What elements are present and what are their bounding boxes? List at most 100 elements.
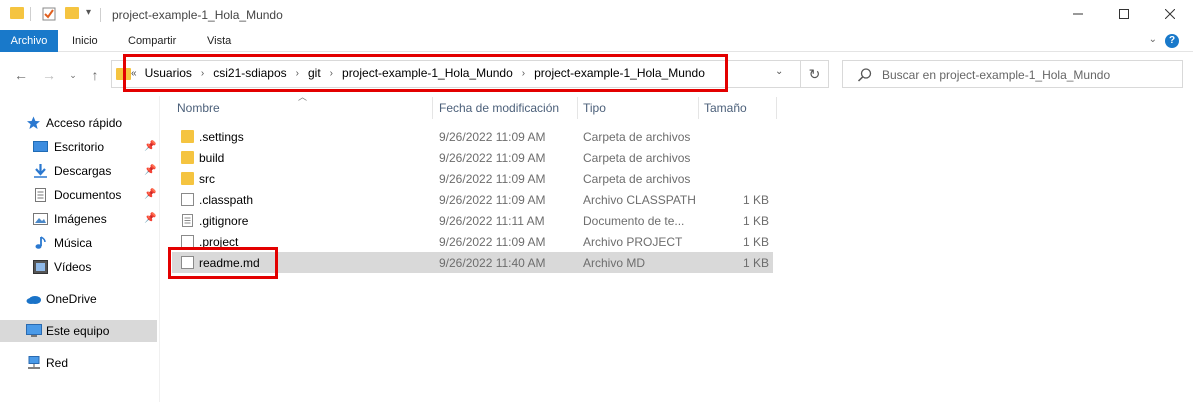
sidebar-item-label: Acceso rápido (46, 116, 123, 130)
sidebar-item-label: Red (46, 356, 69, 370)
file-row[interactable]: .classpath 9/26/2022 11:09 AM Archivo CL… (172, 189, 773, 210)
file-type: Archivo PROJECT (583, 235, 683, 249)
title-separator (100, 8, 101, 22)
folder-icon (181, 151, 194, 164)
help-icon[interactable]: ? (1165, 34, 1179, 48)
sidebar-item-label: Música (54, 236, 93, 250)
sidebar-item-documentos[interactable]: Documentos 📌 (0, 184, 157, 206)
pin-icon[interactable]: 📌 (144, 213, 156, 224)
file-row[interactable]: build 9/26/2022 11:09 AM Carpeta de arch… (172, 147, 773, 168)
pictures-icon (33, 212, 48, 226)
tab-vista[interactable]: Vista (207, 30, 231, 52)
tab-archivo[interactable]: Archivo (0, 30, 58, 52)
file-date: 9/26/2022 11:09 AM (439, 235, 546, 249)
file-date: 9/26/2022 11:09 AM (439, 193, 546, 207)
sidebar-item-musica[interactable]: Música (0, 232, 157, 254)
folder-icon (181, 172, 194, 185)
sidebar-item-network[interactable]: Red (0, 352, 157, 374)
folder-icon (10, 7, 24, 19)
search-icon (857, 67, 873, 83)
sidebar-item-imagenes[interactable]: Imágenes 📌 (0, 208, 157, 230)
file-date: 9/26/2022 11:40 AM (439, 256, 546, 270)
file-type: Carpeta de archivos (583, 151, 691, 165)
file-type: Archivo MD (583, 256, 646, 270)
new-folder-icon[interactable] (65, 7, 79, 19)
tab-inicio[interactable]: Inicio (72, 30, 98, 52)
search-placeholder: Buscar en project-example-1_Hola_Mundo (882, 68, 1111, 82)
sidebar-item-escritorio[interactable]: Escritorio 📌 (0, 136, 157, 158)
column-header-date[interactable]: Fecha de modificación (434, 97, 578, 119)
file-row[interactable]: .gitignore 9/26/2022 11:11 AM Documento … (172, 210, 773, 231)
window-title: project-example-1_Hola_Mundo (112, 8, 283, 22)
file-row[interactable]: .settings 9/26/2022 11:09 AM Carpeta de … (172, 126, 773, 147)
sidebar-item-label: Documentos (54, 188, 122, 202)
refresh-button[interactable]: ↻ (801, 60, 829, 88)
pin-icon[interactable]: 📌 (144, 165, 156, 176)
file-size: 1 KB (742, 193, 769, 207)
sidebar-item-descargas[interactable]: Descargas 📌 (0, 160, 157, 182)
column-header-type[interactable]: Tipo (578, 97, 699, 119)
back-button[interactable]: ← (12, 66, 30, 84)
tab-compartir[interactable]: Compartir (128, 30, 176, 52)
sidebar-item-quick-access[interactable]: Acceso rápido (0, 112, 157, 134)
maximize-button[interactable] (1101, 0, 1147, 28)
sidebar-item-label: Vídeos (54, 260, 92, 274)
sidebar-item-label: Descargas (54, 164, 112, 178)
customize-toolbar-icon[interactable]: ▾ (86, 7, 91, 18)
music-icon (33, 236, 48, 250)
desktop-icon (33, 140, 48, 154)
file-size: 1 KB (742, 214, 769, 228)
search-input[interactable]: Buscar en project-example-1_Hola_Mundo (842, 60, 1183, 88)
file-name: .settings (199, 130, 244, 144)
readme-highlight-box (168, 247, 278, 279)
ribbon: Archivo Inicio Compartir Vista ⌄ ? (0, 30, 1193, 52)
folder-icon (181, 130, 194, 143)
navigation-pane: Acceso rápido Escritorio 📌 Descargas 📌 D… (0, 96, 160, 402)
file-icon (181, 193, 194, 206)
file-date: 9/26/2022 11:09 AM (439, 151, 546, 165)
file-type: Carpeta de archivos (583, 130, 691, 144)
cloud-icon (26, 292, 41, 306)
sidebar-item-videos[interactable]: Vídeos (0, 256, 157, 278)
file-date: 9/26/2022 11:11 AM (439, 214, 545, 228)
computer-icon (26, 324, 42, 338)
file-name: .gitignore (199, 214, 249, 228)
videos-icon (33, 260, 48, 274)
file-name: .classpath (199, 193, 254, 207)
expand-ribbon-icon[interactable]: ⌄ (1149, 34, 1157, 45)
sidebar-item-label: Imágenes (54, 212, 107, 226)
minimize-button[interactable] (1055, 0, 1101, 28)
text-file-icon (181, 214, 194, 227)
sidebar-item-label: Este equipo (46, 324, 110, 338)
address-highlight-box (123, 54, 728, 92)
file-name: build (199, 151, 225, 165)
file-name: src (199, 172, 215, 186)
file-size: 1 KB (742, 235, 769, 249)
qa-separator (30, 7, 31, 21)
file-row[interactable]: src 9/26/2022 11:09 AM Carpeta de archiv… (172, 168, 773, 189)
column-header-name[interactable]: Nombre (172, 97, 433, 119)
file-type: Carpeta de archivos (583, 172, 691, 186)
file-type: Documento de te... (583, 214, 685, 228)
download-icon (33, 164, 48, 178)
file-size: 1 KB (742, 256, 769, 270)
file-date: 9/26/2022 11:09 AM (439, 172, 546, 186)
file-date: 9/26/2022 11:09 AM (439, 130, 546, 144)
sidebar-item-this-pc[interactable]: Este equipo (0, 320, 157, 342)
pane-divider (159, 96, 160, 402)
sidebar-item-label: OneDrive (46, 292, 97, 306)
network-icon (26, 356, 41, 370)
documents-icon (33, 188, 48, 202)
up-button[interactable]: ↑ (86, 66, 104, 84)
forward-button[interactable]: → (40, 66, 58, 84)
pin-icon[interactable]: 📌 (144, 141, 156, 152)
sidebar-item-label: Escritorio (54, 140, 105, 154)
column-header-size[interactable]: Tamaño (699, 97, 777, 119)
properties-icon[interactable] (42, 7, 56, 21)
recent-locations-button[interactable]: ⌄ (64, 66, 82, 84)
close-button[interactable] (1147, 0, 1193, 28)
title-bar: ▾ project-example-1_Hola_Mundo (0, 0, 1193, 30)
sidebar-item-onedrive[interactable]: OneDrive (0, 288, 157, 310)
pin-icon[interactable]: 📌 (144, 189, 156, 200)
chevron-down-icon[interactable]: ⌄ (775, 66, 783, 77)
